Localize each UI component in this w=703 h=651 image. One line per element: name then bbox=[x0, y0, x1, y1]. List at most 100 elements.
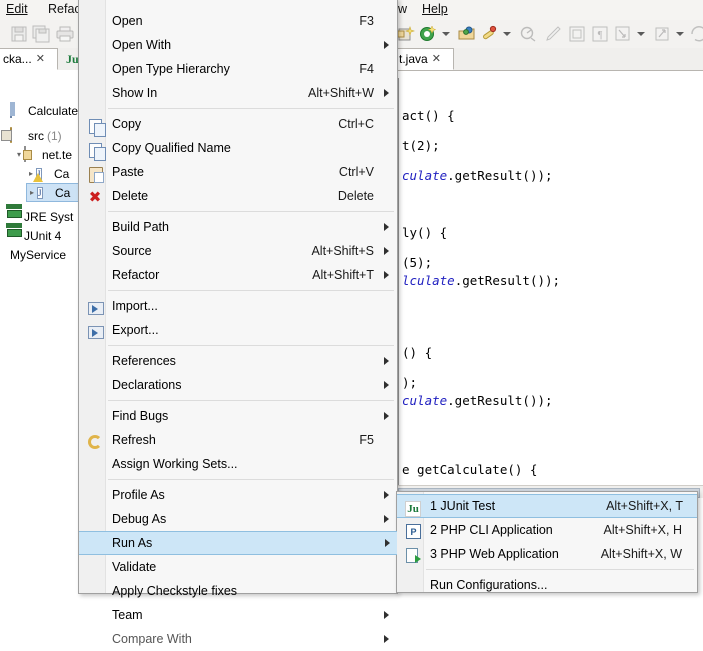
menu-item-assign-working-sets[interactable]: Assign Working Sets... bbox=[80, 452, 396, 476]
previous-annotation-dropdown-icon[interactable] bbox=[676, 32, 684, 36]
toggle-block-selection-icon[interactable] bbox=[568, 25, 586, 43]
menu-item-profile-as[interactable]: Profile As bbox=[80, 483, 396, 507]
menu-item-export[interactable]: Export... bbox=[80, 318, 396, 342]
library-icon bbox=[6, 228, 22, 244]
print-icon[interactable] bbox=[56, 25, 74, 43]
menu-item-validate[interactable]: Validate bbox=[80, 555, 396, 579]
previous-annotation-icon[interactable] bbox=[653, 25, 671, 43]
next-annotation-dropdown-icon[interactable] bbox=[637, 32, 645, 36]
menubar-item-help[interactable]: Help bbox=[422, 2, 448, 16]
code-line: act() { bbox=[402, 108, 455, 123]
tree-item-myservice[interactable]: MyService bbox=[0, 245, 66, 264]
menu-item-apply-checkstyle-fixes[interactable]: Apply Checkstyle fixes bbox=[80, 579, 396, 603]
menu-item-copy-label: Copy bbox=[112, 117, 142, 131]
tree-item-src[interactable]: src (1) bbox=[10, 126, 62, 145]
menu-item-declarations-label: Declarations bbox=[112, 378, 182, 392]
debug-dropdown-icon[interactable] bbox=[503, 32, 511, 36]
tab-package-explorer-label: cka... bbox=[3, 52, 32, 66]
delete-icon: ✖ bbox=[88, 188, 102, 206]
menu-item-open-with[interactable]: Open With bbox=[80, 33, 396, 57]
menu-item-copy-qualified-name[interactable]: Copy Qualified Name bbox=[80, 136, 396, 161]
next-annotation-icon[interactable] bbox=[614, 25, 632, 43]
code-text: .getResult()); bbox=[447, 168, 553, 183]
save-icon[interactable] bbox=[10, 25, 28, 43]
submenu-item-php-cli-application[interactable]: P 2 PHP CLI Application Alt+Shift+X, H bbox=[398, 518, 696, 542]
menu-item-import-label: Import... bbox=[112, 299, 158, 313]
menu-item-find-bugs[interactable]: Find Bugs bbox=[80, 404, 396, 428]
menu-item-compare-with[interactable]: Compare With bbox=[80, 627, 396, 651]
menubar-help-label: Help bbox=[422, 2, 448, 16]
submenu-arrow-icon bbox=[384, 491, 389, 499]
menu-item-show-in[interactable]: Show In Alt+Shift+W bbox=[80, 81, 396, 105]
debug-icon[interactable] bbox=[480, 25, 498, 43]
submenu-arrow-icon bbox=[385, 539, 390, 547]
code-identifier: lculate bbox=[402, 273, 455, 288]
close-icon[interactable]: ✕ bbox=[36, 53, 45, 65]
tree-item-junit4[interactable]: JUnit 4 bbox=[6, 226, 61, 245]
menu-item-paste[interactable]: Paste Ctrl+V bbox=[80, 160, 396, 184]
new-java-project-icon[interactable] bbox=[397, 25, 415, 43]
run-as-submenu[interactable]: Ju 1 JUnit Test Alt+Shift+X, T P 2 PHP C… bbox=[396, 491, 698, 593]
code-line: ly() { bbox=[402, 225, 448, 240]
submenu-item-run-configurations[interactable]: Run Configurations... bbox=[398, 573, 696, 597]
submenu-item-php-web-application[interactable]: 3 PHP Web Application Alt+Shift+X, W bbox=[398, 542, 696, 566]
menu-item-delete[interactable]: ✖ Delete Delete bbox=[80, 184, 396, 208]
tree-item-java-file-1[interactable]: ▸ J Ca bbox=[26, 164, 69, 183]
menubar-edit-label: Edit bbox=[6, 2, 28, 16]
menu-item-declarations[interactable]: Declarations bbox=[80, 373, 396, 397]
close-icon[interactable]: ✕ bbox=[432, 53, 441, 65]
code-line: () { bbox=[402, 345, 433, 360]
profile-icon[interactable] bbox=[519, 25, 537, 43]
run-icon[interactable] bbox=[419, 25, 437, 43]
code-identifier: culate bbox=[402, 168, 448, 183]
submenu-arrow-icon bbox=[384, 635, 389, 643]
menu-item-debug-as[interactable]: Debug As bbox=[80, 507, 396, 531]
menu-item-validate-label: Validate bbox=[112, 560, 157, 574]
java-project-icon bbox=[10, 101, 26, 119]
submenu-arrow-icon bbox=[384, 357, 389, 365]
submenu-arrow-icon bbox=[384, 271, 389, 279]
menu-item-assign-working-sets-label: Assign Working Sets... bbox=[112, 457, 238, 471]
tree-item-package[interactable]: ▾ net.te bbox=[14, 145, 72, 164]
paste-icon bbox=[84, 163, 104, 183]
submenu-arrow-icon bbox=[384, 41, 389, 49]
submenu-item-php-cli-application-accel: Alt+Shift+X, H bbox=[603, 523, 682, 537]
submenu-separator bbox=[398, 566, 696, 573]
tab-junit-label: Ju bbox=[66, 51, 79, 66]
tree-item-calculate-label: Calculate bbox=[28, 103, 78, 118]
external-tools-icon[interactable] bbox=[458, 25, 476, 43]
save-all-icon[interactable] bbox=[32, 25, 50, 43]
run-dropdown-icon[interactable] bbox=[442, 32, 450, 36]
menu-item-references[interactable]: References bbox=[80, 349, 396, 373]
menu-item-refresh[interactable]: Refresh F5 bbox=[80, 428, 396, 452]
code-text: .getResult()); bbox=[447, 393, 553, 408]
tab-editor-file[interactable]: t.java ✕ bbox=[392, 48, 454, 70]
menu-item-source[interactable]: Source Alt+Shift+S bbox=[80, 239, 396, 263]
editor-tabstrip: t.java ✕ bbox=[392, 48, 703, 71]
tree-item-calculate[interactable]: Calculate (1 bbox=[0, 101, 78, 120]
edit-icon[interactable] bbox=[545, 25, 563, 43]
menu-item-refactor[interactable]: Refactor Alt+Shift+T bbox=[80, 263, 396, 287]
menu-item-open[interactable]: Open F3 bbox=[80, 9, 396, 33]
submenu-arrow-icon bbox=[384, 381, 389, 389]
last-edit-location-icon[interactable] bbox=[690, 25, 703, 43]
show-whitespace-icon[interactable]: ¶ bbox=[591, 25, 609, 43]
menu-item-delete-label: Delete bbox=[112, 189, 149, 203]
java-file-icon: J bbox=[37, 186, 43, 199]
tab-package-explorer[interactable]: cka... ✕ bbox=[0, 48, 58, 70]
context-menu[interactable]: Open F3 Open With Open Type Hierarchy F4… bbox=[78, 0, 398, 646]
submenu-item-junit-test[interactable]: Ju 1 JUnit Test Alt+Shift+X, T bbox=[397, 494, 697, 518]
package-explorer-tree[interactable]: Calculate (1 src (1) ▾ net.te ▸ J Ca ▸ J… bbox=[0, 70, 78, 593]
menu-item-run-as[interactable]: Run As bbox=[79, 531, 397, 555]
menu-item-build-path[interactable]: Build Path bbox=[80, 215, 396, 239]
menu-item-open-type-hierarchy[interactable]: Open Type Hierarchy F4 bbox=[80, 57, 396, 81]
chevron-right-icon[interactable]: ▸ bbox=[27, 188, 37, 197]
tree-item-java-file-2[interactable]: ▸ J Ca bbox=[26, 183, 78, 202]
tree-item-src-count: (1) bbox=[47, 128, 62, 143]
menu-item-team[interactable]: Team bbox=[80, 603, 396, 627]
menubar-item-edit[interactable]: Edit bbox=[6, 2, 28, 16]
menu-item-copy[interactable]: Copy Ctrl+C bbox=[80, 112, 396, 137]
menu-item-refresh-accel: F5 bbox=[359, 433, 374, 447]
menu-item-import[interactable]: Import... bbox=[80, 294, 396, 318]
menubar-item-window[interactable]: w bbox=[398, 2, 407, 16]
